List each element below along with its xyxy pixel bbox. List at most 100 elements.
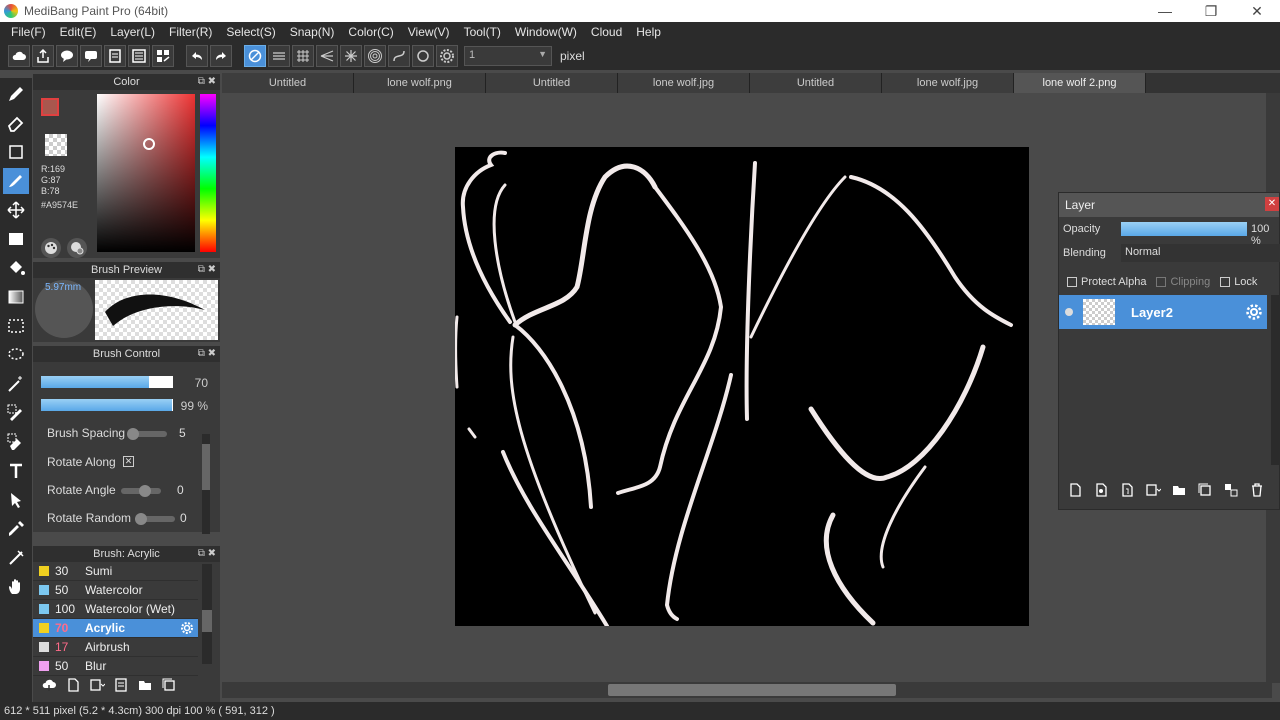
tab-untitled-2[interactable]: Untitled [486, 73, 618, 93]
lock-checkbox[interactable]: Lock [1220, 276, 1257, 288]
menu-window[interactable]: Window(W) [508, 22, 584, 42]
lock-box[interactable] [1220, 277, 1231, 287]
duplicate-layer-icon[interactable] [1195, 480, 1215, 500]
redo-icon[interactable] [210, 45, 232, 67]
concentric-snap-icon[interactable] [364, 45, 386, 67]
layer-list-scrollbar[interactable] [1271, 295, 1279, 465]
visibility-icon[interactable] [1065, 308, 1073, 316]
tab-lone-wolf-jpg-2[interactable]: lone wolf.jpg [882, 73, 1014, 93]
brush-list-item[interactable]: 30 Sumi [33, 562, 198, 581]
protect-alpha-checkbox[interactable]: Protect Alpha [1067, 276, 1146, 288]
cloud-icon[interactable] [8, 45, 30, 67]
merge-layer-icon[interactable] [1221, 480, 1241, 500]
layer-panel-close-icon[interactable]: ✕ [1265, 197, 1279, 211]
folder-icon[interactable] [135, 675, 155, 695]
color-picker-cursor[interactable] [143, 138, 155, 150]
rotate-random-slider[interactable] [135, 513, 175, 525]
folder-icon[interactable] [1169, 480, 1189, 500]
menu-cloud[interactable]: Cloud [584, 22, 629, 42]
brush-spacing-knob[interactable] [127, 428, 139, 440]
horizontal-scroll-thumb[interactable] [608, 684, 896, 696]
grid-snap-icon[interactable] [292, 45, 314, 67]
brush-tool-icon[interactable] [3, 81, 29, 107]
eraser-tool-icon[interactable] [3, 110, 29, 136]
lasso-tool-icon[interactable] [3, 342, 29, 368]
add-brush-dropdown-icon[interactable] [87, 675, 107, 695]
grid-panel-icon[interactable] [152, 45, 174, 67]
drawing-canvas[interactable] [454, 147, 1029, 628]
brush-control-scroll-thumb[interactable] [202, 444, 210, 490]
brush-list-item[interactable]: 100 Watercolor (Wet) [33, 600, 198, 619]
menu-layer[interactable]: Layer(L) [103, 22, 162, 42]
curve-snap-icon[interactable] [388, 45, 410, 67]
parallel-snap-icon[interactable] [268, 45, 290, 67]
brush-list-item[interactable]: 50 Watercolor [33, 581, 198, 600]
menu-select[interactable]: Select(S) [219, 22, 282, 42]
canvas-horizontal-scrollbar[interactable] [222, 682, 1272, 698]
tab-lone-wolf-jpg-1[interactable]: lone wolf.jpg [618, 73, 750, 93]
new-halftone-layer-icon[interactable] [1091, 480, 1111, 500]
menu-file[interactable]: File(F) [4, 22, 53, 42]
tab-untitled-3[interactable]: Untitled [750, 73, 882, 93]
pen-tool-icon[interactable] [3, 168, 29, 194]
comment-icon[interactable] [56, 45, 78, 67]
undo-icon[interactable] [186, 45, 208, 67]
magic-wand-tool-icon[interactable] [3, 371, 29, 397]
brush-properties-icon[interactable] [111, 675, 131, 695]
brush-list-scrollbar[interactable] [202, 564, 212, 664]
menu-tool[interactable]: Tool(T) [457, 22, 508, 42]
palette-icon[interactable] [41, 238, 61, 258]
perspective-snap-icon[interactable] [316, 45, 338, 67]
cloud-download-icon[interactable] [39, 675, 59, 695]
rotate-random-knob[interactable] [135, 513, 147, 525]
brush-size-select[interactable]: 1 ▼ [464, 46, 552, 66]
close-button[interactable]: ✕ [1234, 0, 1280, 22]
tab-lone-wolf-png[interactable]: lone wolf.png [354, 73, 486, 93]
new-layer-icon[interactable] [1065, 480, 1085, 500]
panel-popout-close-icon[interactable]: ⧉ ✖ [198, 262, 216, 278]
settings-gear-icon[interactable] [436, 45, 458, 67]
speech-bubble-icon[interactable] [80, 45, 102, 67]
fill-rect-tool-icon[interactable] [3, 226, 29, 252]
gear-icon[interactable] [180, 621, 194, 635]
rotate-angle-knob[interactable] [139, 485, 151, 497]
gradient-tool-icon[interactable] [3, 284, 29, 310]
add-layer-dropdown-icon[interactable] [1143, 480, 1163, 500]
select-pen-tool-icon[interactable] [3, 400, 29, 426]
bucket-tool-icon[interactable] [3, 255, 29, 281]
clipping-box[interactable] [1156, 277, 1167, 287]
layer-blending-select[interactable]: Normal [1121, 244, 1280, 262]
menu-edit[interactable]: Edit(E) [53, 22, 104, 42]
select-eraser-tool-icon[interactable] [3, 429, 29, 455]
menu-color[interactable]: Color(C) [341, 22, 400, 42]
brush-list-item-selected[interactable]: 70 Acrylic [33, 619, 198, 638]
divide-tool-icon[interactable] [3, 545, 29, 571]
trash-icon[interactable] [1247, 480, 1267, 500]
rotate-angle-slider[interactable] [121, 485, 161, 497]
layer-row[interactable]: Layer2 [1059, 295, 1267, 329]
foreground-color-swatch[interactable] [41, 98, 59, 116]
menu-snap[interactable]: Snap(N) [283, 22, 342, 42]
menu-filter[interactable]: Filter(R) [162, 22, 219, 42]
duplicate-icon[interactable] [159, 675, 179, 695]
text-tool-icon[interactable] [3, 458, 29, 484]
minimize-button[interactable]: — [1142, 0, 1188, 22]
hue-slider[interactable] [200, 94, 216, 252]
tab-lone-wolf-2-png[interactable]: lone wolf 2.png [1014, 73, 1146, 93]
panel-popout-close-icon[interactable]: ⧉ ✖ [198, 546, 216, 562]
brush-list-scroll-thumb[interactable] [202, 610, 212, 632]
brush-list-item[interactable]: 17 Airbrush [33, 638, 198, 657]
hand-tool-icon[interactable] [3, 574, 29, 600]
protect-alpha-box[interactable] [1067, 277, 1077, 287]
clipping-checkbox[interactable]: Clipping [1156, 276, 1210, 288]
operation-tool-icon[interactable] [3, 487, 29, 513]
brush-opacity-slider[interactable] [41, 399, 173, 411]
brush-size-slider[interactable] [41, 376, 173, 388]
menu-view[interactable]: View(V) [401, 22, 457, 42]
page-icon[interactable] [104, 45, 126, 67]
layer-opacity-slider[interactable] [1121, 222, 1247, 236]
new-8bit-layer-icon[interactable] [1117, 480, 1137, 500]
dot-tool-icon[interactable] [3, 139, 29, 165]
transparent-color-swatch[interactable] [45, 134, 67, 156]
panel-popout-close-icon[interactable]: ⧉ ✖ [198, 74, 216, 90]
